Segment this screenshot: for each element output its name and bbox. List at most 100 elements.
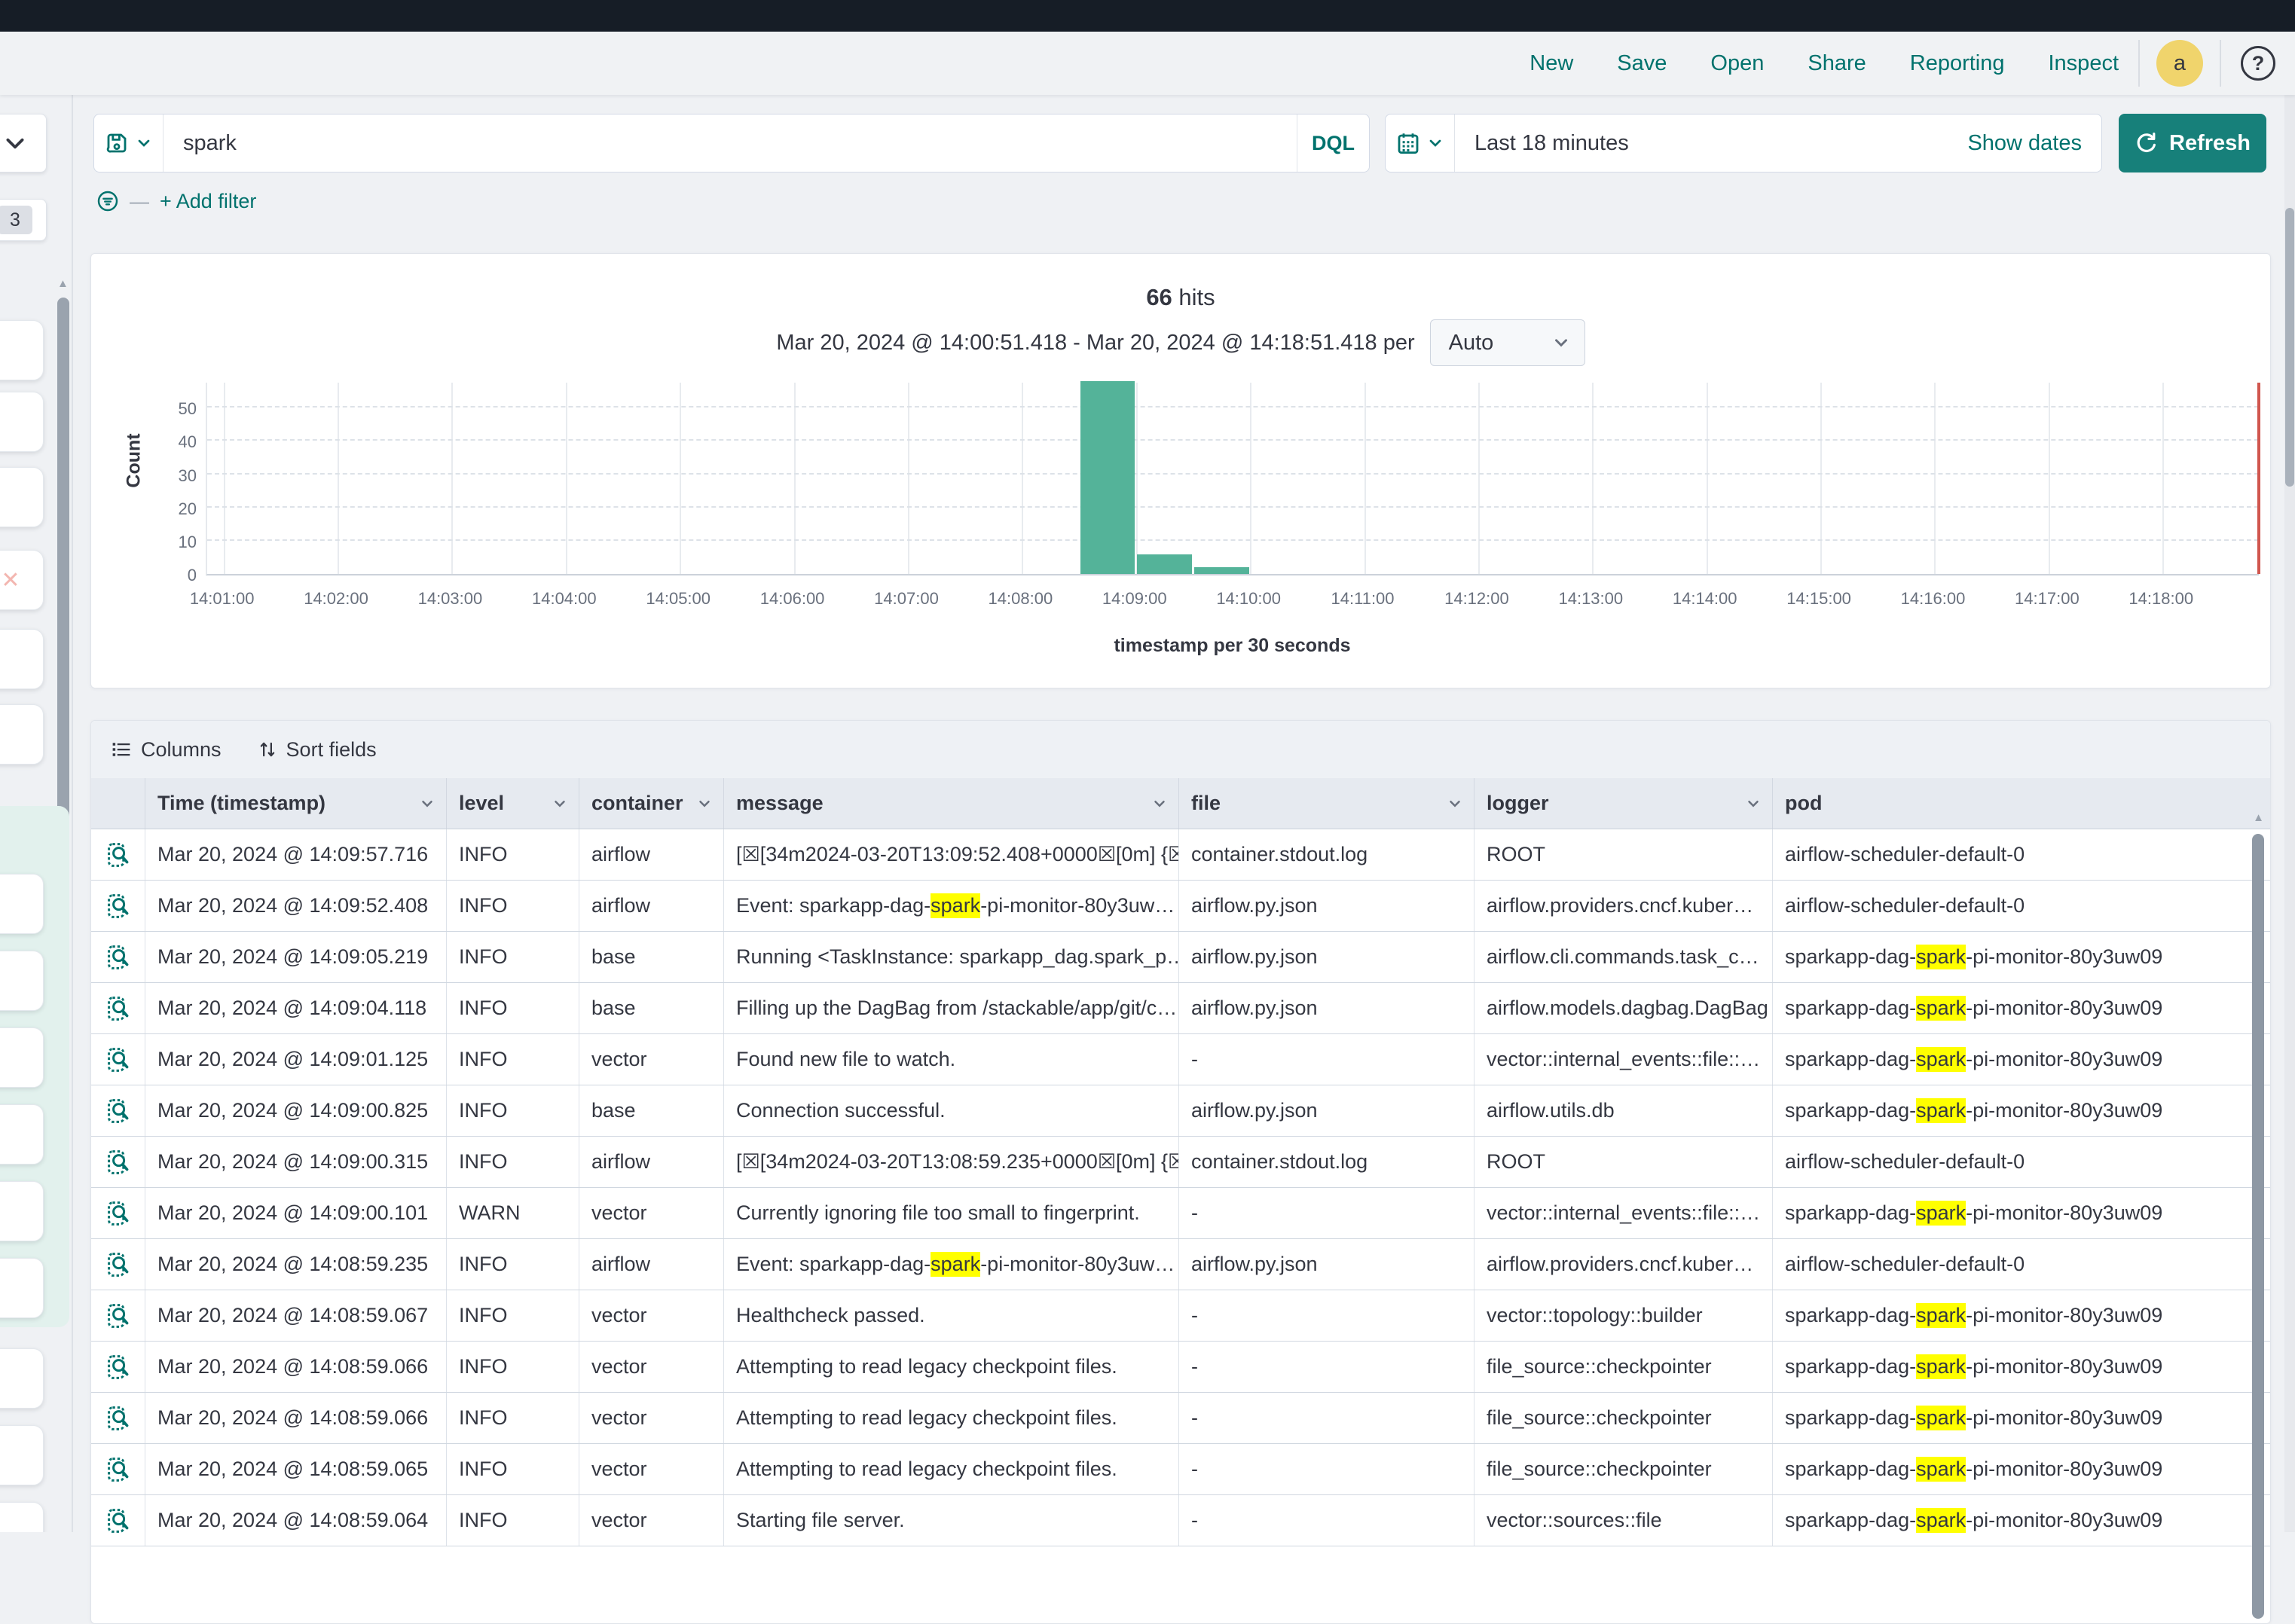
expand-document-button[interactable]	[91, 1239, 145, 1290]
x-gridline	[1592, 383, 1594, 574]
avatar[interactable]: a	[2156, 40, 2203, 87]
query-language-button[interactable]: DQL	[1297, 114, 1369, 172]
x-tick-label: 14:08:00	[989, 589, 1053, 609]
log-row: Mar 20, 2024 @ 14:09:05.219INFObaseRunni…	[91, 932, 2270, 983]
column-header-file[interactable]: file	[1179, 778, 1474, 829]
histogram-bar[interactable]	[1194, 567, 1249, 574]
cell-logger: ROOT	[1474, 829, 1773, 880]
cell-pod: sparkapp-dag-spark-pi-monitor-80y3uw09	[1773, 983, 2270, 1033]
field-pill[interactable]	[0, 467, 44, 527]
field-pill[interactable]	[0, 1181, 44, 1241]
nav-link-inspect[interactable]: Inspect	[2049, 51, 2119, 76]
field-pill[interactable]	[0, 951, 44, 1011]
columns-button[interactable]: Columns	[111, 738, 222, 762]
add-filter-button[interactable]: + Add filter	[160, 190, 256, 213]
cell-time: Mar 20, 2024 @ 14:09:04.118	[145, 983, 447, 1033]
search-highlight: spark	[1916, 1406, 1966, 1430]
nav-divider	[2138, 40, 2140, 87]
expand-document-button[interactable]	[91, 1188, 145, 1238]
sidebar-scroll-up-icon[interactable]: ▲	[57, 277, 69, 290]
x-axis-labels: 14:01:0014:02:0014:03:0014:04:0014:05:00…	[206, 589, 2259, 612]
expand-document-button[interactable]	[91, 1085, 145, 1136]
interval-select[interactable]: Auto	[1430, 319, 1585, 366]
expand-document-button[interactable]	[91, 1137, 145, 1187]
field-pill[interactable]: ✕	[0, 550, 44, 610]
nav-link-save[interactable]: Save	[1617, 51, 1667, 76]
histogram-bar[interactable]	[1080, 381, 1135, 574]
show-dates-button[interactable]: Show dates	[1967, 131, 2101, 156]
nav-link-share[interactable]: Share	[1808, 51, 1866, 76]
saved-query-menu-button[interactable]	[94, 114, 163, 172]
time-range-value[interactable]: Last 18 minutes	[1455, 131, 1967, 156]
nav-link-new[interactable]: New	[1529, 51, 1573, 76]
sort-fields-button[interactable]: Sort fields	[258, 738, 377, 762]
expand-document-button[interactable]	[91, 1342, 145, 1392]
cell-container: airflow	[579, 1239, 724, 1290]
expand-document-button[interactable]	[91, 983, 145, 1033]
nav-link-reporting[interactable]: Reporting	[1910, 51, 2005, 76]
cell-container: airflow	[579, 881, 724, 931]
field-pill[interactable]	[0, 1027, 44, 1088]
histogram-bar[interactable]	[1137, 554, 1192, 574]
expand-document-button[interactable]	[91, 1290, 145, 1341]
table-scroll-up-icon[interactable]: ▲	[2253, 811, 2264, 824]
filter-icon[interactable]	[96, 190, 119, 212]
hits-count: 66 hits	[91, 284, 2270, 311]
column-header-message[interactable]: message	[724, 778, 1179, 829]
cell-time: Mar 20, 2024 @ 14:08:59.066	[145, 1393, 447, 1443]
window-scrollbar-thumb[interactable]	[2285, 208, 2294, 487]
x-gridline	[2162, 383, 2164, 574]
x-tick-label: 14:11:00	[1331, 589, 1395, 609]
field-pill[interactable]	[0, 629, 44, 689]
cell-logger: vector::sources::file	[1474, 1495, 1773, 1546]
expand-document-button[interactable]	[91, 881, 145, 931]
fields-sidebar-collapsed: 3 ▲ ✕	[0, 95, 73, 1532]
field-pill[interactable]	[0, 320, 44, 380]
cell-file: airflow.py.json	[1179, 1239, 1474, 1290]
cell-level: INFO	[447, 1393, 579, 1443]
column-header-pod[interactable]: pod	[1773, 778, 2270, 829]
x-tick-label: 14:12:00	[1444, 589, 1509, 609]
x-tick-label: 14:13:00	[1558, 589, 1623, 609]
sidebar-collapse-button[interactable]	[0, 114, 47, 172]
field-pill[interactable]	[0, 1104, 44, 1165]
window-scrollbar[interactable]	[2284, 95, 2295, 1532]
column-header-level[interactable]: level	[447, 778, 579, 829]
nav-link-open[interactable]: Open	[1710, 51, 1764, 76]
field-pill[interactable]	[0, 1258, 44, 1318]
field-pill[interactable]	[0, 392, 44, 452]
expand-document-button[interactable]	[91, 1393, 145, 1443]
expand-document-button[interactable]	[91, 1444, 145, 1494]
search-input[interactable]: spark	[163, 131, 1297, 156]
histogram-plot[interactable]	[206, 383, 2259, 575]
column-header-time-timestamp-[interactable]: Time (timestamp)	[145, 778, 447, 829]
expand-document-button[interactable]	[91, 932, 145, 982]
inspect-document-icon	[105, 1251, 132, 1278]
field-pill[interactable]	[0, 1425, 44, 1485]
table-scrollbar[interactable]	[2252, 834, 2264, 1619]
chart-range-label: Mar 20, 2024 @ 14:00:51.418 - Mar 20, 20…	[776, 331, 1414, 356]
cell-container: base	[579, 1085, 724, 1136]
cell-message: Running <TaskInstance: sparkapp_dag.spar…	[724, 932, 1179, 982]
help-icon[interactable]: ?	[2241, 46, 2275, 81]
field-pill[interactable]	[0, 1348, 44, 1409]
expand-document-button[interactable]	[91, 1034, 145, 1085]
field-pill[interactable]	[0, 874, 44, 934]
x-tick-label: 14:16:00	[1901, 589, 1966, 609]
expand-document-button[interactable]	[91, 829, 145, 880]
column-header-container[interactable]: container	[579, 778, 724, 829]
field-pill[interactable]	[0, 1502, 44, 1532]
selected-fields-box[interactable]: 3	[0, 199, 47, 241]
field-pill[interactable]	[0, 704, 44, 765]
search-highlight: spark	[1916, 1457, 1966, 1482]
refresh-button[interactable]: Refresh	[2119, 114, 2266, 172]
refresh-label: Refresh	[2169, 131, 2251, 156]
column-header-logger[interactable]: logger	[1474, 778, 1773, 829]
cell-time: Mar 20, 2024 @ 14:09:52.408	[145, 881, 447, 931]
inspect-document-icon	[105, 841, 132, 868]
calendar-menu-button[interactable]	[1386, 114, 1455, 172]
cell-logger: vector::internal_events::file::…	[1474, 1034, 1773, 1085]
cell-file: -	[1179, 1188, 1474, 1238]
column-header-label: file	[1191, 792, 1221, 815]
expand-document-button[interactable]	[91, 1495, 145, 1546]
